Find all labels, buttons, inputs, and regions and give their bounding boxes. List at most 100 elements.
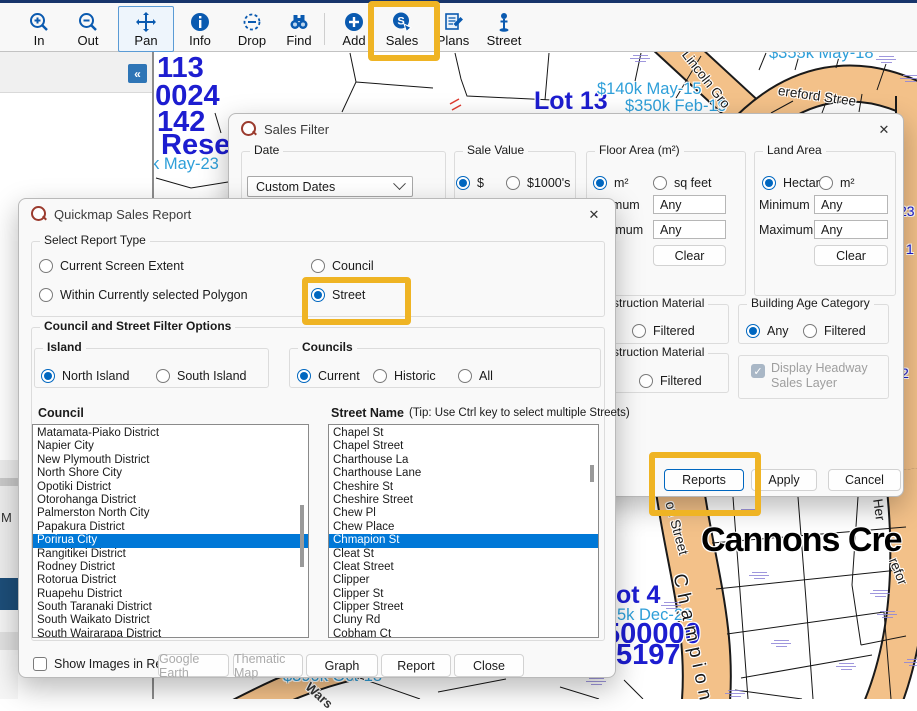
close-button[interactable]: Close xyxy=(454,654,524,677)
sidebar-collapse-button[interactable]: « xyxy=(128,64,147,83)
reports-button[interactable]: Reports xyxy=(664,469,744,491)
radio-north-island[interactable]: North Island xyxy=(41,369,129,383)
apply-button[interactable]: Apply xyxy=(751,469,817,491)
list-item[interactable]: Clipper xyxy=(329,574,598,587)
list-item[interactable]: Matamata-Piako District xyxy=(33,427,308,440)
date-range-combobox[interactable]: Custom Dates xyxy=(247,176,413,197)
radio-construction-filtered-2[interactable]: Filtered xyxy=(639,374,702,388)
radio-councils-all[interactable]: All xyxy=(458,369,493,383)
radio-sqm[interactable]: m² xyxy=(593,176,629,190)
radio-councils-current[interactable]: Current xyxy=(297,369,360,383)
list-item[interactable]: Clipper St xyxy=(329,588,598,601)
scrollbar-thumb[interactable] xyxy=(590,465,594,482)
council-listbox[interactable]: Matamata-Piako DistrictNapier CityNew Pl… xyxy=(32,424,309,638)
toolbar-button-out[interactable]: Out xyxy=(64,6,112,52)
radio-hectare[interactable]: Hectare xyxy=(762,176,827,190)
radio-sqfeet[interactable]: sq feet xyxy=(653,176,712,190)
radio-land-sqm[interactable]: m² xyxy=(819,176,855,190)
list-item[interactable]: Opotiki District xyxy=(33,481,308,494)
list-item[interactable]: New Plymouth District xyxy=(33,454,308,467)
radio-within-polygon[interactable]: Within Currently selected Polygon xyxy=(39,288,248,302)
toolbar-label: Drop xyxy=(238,34,266,48)
parcel-annotation xyxy=(737,507,759,518)
close-icon[interactable]: ✕ xyxy=(585,206,603,224)
land-min-input[interactable]: Any xyxy=(814,195,888,214)
dialog-titlebar[interactable]: Quickmap Sales Report xyxy=(19,199,615,229)
list-item[interactable]: South Wairarapa District xyxy=(33,628,308,638)
toolbar-button-add[interactable]: Add xyxy=(332,6,376,52)
list-item[interactable]: Charthouse Lane xyxy=(329,467,598,480)
radio-construction-filtered-1[interactable]: Filtered xyxy=(632,324,695,338)
list-item[interactable]: Palmerston North City xyxy=(33,507,308,520)
toolbar-button-pan[interactable]: Pan xyxy=(118,6,174,52)
toolbar-button-drop[interactable]: Drop xyxy=(228,6,276,52)
floor-max-input[interactable]: Any xyxy=(653,220,726,239)
radio-dollars[interactable]: $ xyxy=(456,176,484,190)
floor-min-input[interactable]: Any xyxy=(653,195,726,214)
graph-button[interactable]: Graph xyxy=(306,654,378,677)
list-item[interactable]: Rangitikei District xyxy=(33,548,308,561)
list-item[interactable]: Napier City xyxy=(33,440,308,453)
dialog-titlebar[interactable]: Sales Filter xyxy=(229,114,903,144)
radio-building-age-filtered[interactable]: Filtered xyxy=(803,324,866,338)
parcel-annotation xyxy=(748,570,770,581)
list-item[interactable]: Papakura District xyxy=(33,521,308,534)
list-item[interactable]: Chew Place xyxy=(329,521,598,534)
list-item[interactable]: Rodney District xyxy=(33,561,308,574)
radio-label: Current xyxy=(318,369,360,383)
thematic-map-button[interactable]: Thematic Map xyxy=(233,654,303,677)
list-item[interactable]: Ruapehu District xyxy=(33,588,308,601)
toolbar-button-sales[interactable]: SSales xyxy=(378,6,426,52)
list-item[interactable]: North Shore City xyxy=(33,467,308,480)
report-type-group: Select Report Type xyxy=(31,241,605,317)
land-clear-button[interactable]: Clear xyxy=(814,245,888,266)
toolbar-button-info[interactable]: Info xyxy=(178,6,222,52)
group-label: Select Report Type xyxy=(40,233,150,247)
radio-label: m² xyxy=(614,176,629,190)
show-images-checkbox[interactable] xyxy=(33,657,47,671)
list-item[interactable]: Cobham Ct xyxy=(329,628,598,638)
close-icon[interactable]: ✕ xyxy=(875,121,893,139)
list-item[interactable]: South Taranaki District xyxy=(33,601,308,614)
list-item[interactable]: Chapel St xyxy=(329,427,598,440)
radio-street[interactable]: Street xyxy=(311,288,365,302)
list-item[interactable]: Chew Pl xyxy=(329,507,598,520)
list-item[interactable]: Cleat Street xyxy=(329,561,598,574)
list-item[interactable]: Cluny Rd xyxy=(329,614,598,627)
google-earth-button[interactable]: Google Earth xyxy=(158,654,229,677)
list-item[interactable]: Charthouse La xyxy=(329,454,598,467)
toolbar-button-in[interactable]: In xyxy=(16,6,62,52)
list-item[interactable]: Cleat St xyxy=(329,548,598,561)
radio-council[interactable]: Council xyxy=(311,259,374,273)
chevron-down-icon xyxy=(393,177,406,190)
list-item[interactable]: Chmapion St xyxy=(329,534,598,547)
scrollbar-thumb[interactable] xyxy=(300,505,304,567)
list-item[interactable]: Porirua City xyxy=(33,534,308,547)
cancel-button[interactable]: Cancel xyxy=(828,469,901,491)
radio-current-screen-extent[interactable]: Current Screen Extent xyxy=(39,259,184,273)
report-button[interactable]: Report xyxy=(381,654,451,677)
list-item[interactable]: Otorohanga District xyxy=(33,494,308,507)
list-item[interactable]: Cheshire St xyxy=(329,481,598,494)
list-item[interactable]: Rotorua District xyxy=(33,574,308,587)
input-value: Any xyxy=(660,198,682,212)
list-item[interactable]: South Waikato District xyxy=(33,614,308,627)
list-item[interactable]: Cheshire Street xyxy=(329,494,598,507)
radio-south-island[interactable]: South Island xyxy=(156,369,247,383)
floor-clear-button[interactable]: Clear xyxy=(653,245,726,266)
list-item[interactable]: Clipper Street xyxy=(329,601,598,614)
radio-dot xyxy=(506,176,520,190)
radio-thousands[interactable]: $1000's xyxy=(506,176,570,190)
land-max-input[interactable]: Any xyxy=(814,220,888,239)
radio-building-age-any[interactable]: Any xyxy=(746,324,789,338)
maximum-label: Maximum xyxy=(759,223,813,237)
toolbar-button-find[interactable]: Find xyxy=(276,6,322,52)
radio-councils-historic[interactable]: Historic xyxy=(373,369,436,383)
headway-checkbox[interactable]: ✓ xyxy=(751,364,765,378)
list-item[interactable]: Chapel Street xyxy=(329,440,598,453)
radio-label: m² xyxy=(840,176,855,190)
radio-dot xyxy=(39,259,53,273)
street-listbox[interactable]: Chapel StChapel StreetCharthouse LaChart… xyxy=(328,424,599,638)
toolbar-button-plans[interactable]: Plans xyxy=(430,6,476,52)
toolbar-button-street[interactable]: Street xyxy=(480,6,528,52)
